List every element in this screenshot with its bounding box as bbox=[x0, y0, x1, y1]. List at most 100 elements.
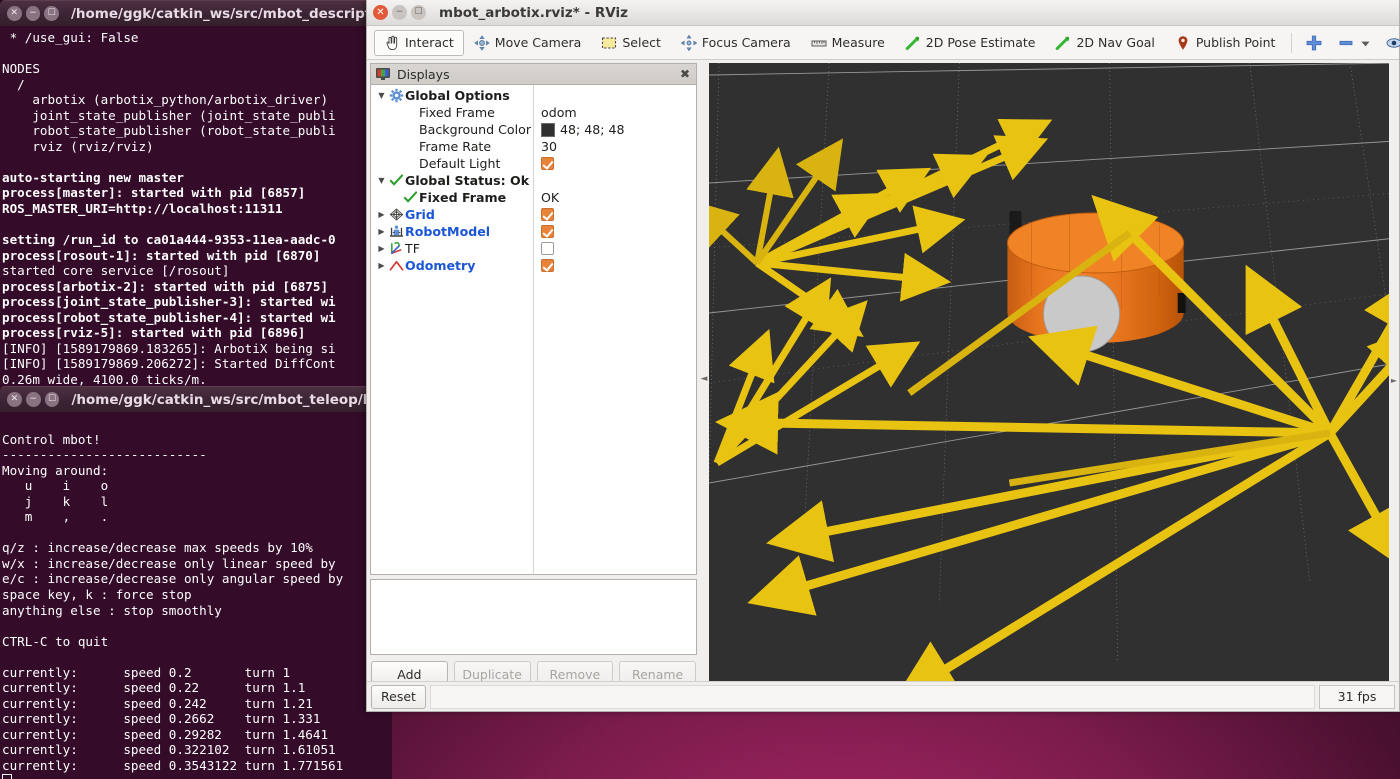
terminal1-output[interactable]: * /use_gui: False NODES / arbotix (arbot… bbox=[0, 26, 392, 388]
display-row[interactable]: Fixed Frame OK bbox=[371, 189, 696, 206]
chevron-left-icon[interactable]: ◄ bbox=[701, 374, 708, 384]
display-row-name: Fixed Frame bbox=[371, 105, 533, 120]
panel-splitter-handle[interactable]: ◄ bbox=[699, 60, 709, 698]
display-row-value[interactable]: 48; 48; 48 bbox=[533, 122, 625, 137]
display-value-text: odom bbox=[541, 105, 577, 120]
rviz-toolbar[interactable]: Interact Move Camera Select Focus Camera Mea… bbox=[367, 26, 1400, 60]
display-row-label: Fixed Frame bbox=[419, 190, 507, 205]
display-row[interactable]: ▶ Grid bbox=[371, 206, 696, 223]
toolbar-button-2d-pose-estimate[interactable]: 2D Pose Estimate bbox=[895, 30, 1046, 56]
hand-cursor-icon bbox=[384, 35, 400, 51]
toolbar-button-label: Publish Point bbox=[1195, 35, 1276, 50]
display-row-value[interactable]: odom bbox=[533, 105, 577, 120]
terminal-line: [INFO] [1589179869.206272]: Started Diff… bbox=[2, 356, 336, 372]
toolbar-button-select[interactable]: Select bbox=[591, 30, 671, 56]
rviz-window-title: mbot_arbotix.rviz* - RViz bbox=[439, 4, 628, 21]
toolbar-button-measure[interactable]: Measure bbox=[801, 30, 895, 56]
terminal-line: j k l bbox=[2, 493, 109, 509]
display-enable-checkbox[interactable] bbox=[541, 157, 554, 170]
terminal2-output[interactable]: Control mbot! ---------------------------… bbox=[0, 412, 392, 779]
display-row-label: Frame Rate bbox=[419, 139, 492, 154]
toolbar-button-interact[interactable]: Interact bbox=[374, 29, 464, 56]
display-row-value[interactable] bbox=[533, 225, 554, 238]
toolbar-button-plus[interactable] bbox=[1298, 31, 1330, 55]
terminal-line: currently: speed 0.2662 turn 1.331 bbox=[2, 711, 321, 727]
display-enable-checkbox[interactable] bbox=[541, 208, 554, 221]
minimize-icon[interactable]: − bbox=[25, 392, 41, 407]
minus-icon bbox=[1337, 34, 1355, 52]
display-row-value[interactable] bbox=[533, 157, 554, 170]
rviz-3d-viewport[interactable] bbox=[709, 63, 1396, 698]
terminal-line: currently: speed 0.3543122 turn 1.771561 bbox=[2, 758, 344, 774]
toolbar-button-eye[interactable] bbox=[1378, 31, 1400, 55]
display-row[interactable]: ▼ Global Options bbox=[371, 87, 696, 104]
display-row-value[interactable]: 30 bbox=[533, 139, 557, 154]
minimize-icon[interactable]: − bbox=[392, 5, 407, 20]
display-enable-checkbox[interactable] bbox=[541, 259, 554, 272]
reset-button[interactable]: Reset bbox=[371, 684, 426, 709]
tf-axes-icon bbox=[388, 241, 405, 256]
expand-arrow-down-icon[interactable]: ▼ bbox=[375, 176, 388, 185]
expand-arrow-down-icon[interactable]: ▼ bbox=[375, 91, 388, 100]
display-row[interactable]: Fixed Frame odom bbox=[371, 104, 696, 121]
display-row-value[interactable] bbox=[533, 242, 554, 255]
expand-arrow-right-icon[interactable]: ▶ bbox=[375, 244, 388, 253]
terminal-window-teleop[interactable]: ✕ − ☐ /home/ggk/catkin_ws/src/mbot_teleo… bbox=[0, 386, 392, 779]
close-icon[interactable]: ✕ bbox=[7, 6, 22, 21]
terminal-line: auto-starting new master bbox=[2, 169, 184, 185]
terminal-line: setting /run_id to ca01a444-9353-11ea-aa… bbox=[2, 232, 336, 248]
terminal1-titlebar[interactable]: ✕ − ☐ /home/ggk/catkin_ws/src/mbot_descr… bbox=[0, 0, 392, 26]
color-swatch[interactable] bbox=[541, 122, 555, 137]
display-row-label: Background Color bbox=[419, 122, 532, 137]
right-panel-expand-handle[interactable]: ► bbox=[1389, 63, 1399, 698]
display-row-name: ▶ RobotModel bbox=[371, 224, 533, 239]
displays-tree[interactable]: ▼ Global Options Fixed Frame odom Background… bbox=[371, 85, 696, 574]
toolbar-button-minus[interactable] bbox=[1330, 31, 1378, 55]
expand-arrow-right-icon[interactable]: ▶ bbox=[375, 210, 388, 219]
maximize-icon[interactable]: ☐ bbox=[44, 392, 60, 407]
close-icon[interactable]: ✕ bbox=[7, 392, 22, 407]
displays-detail-panel[interactable] bbox=[370, 579, 697, 655]
terminal2-titlebar[interactable]: ✕ − ☐ /home/ggk/catkin_ws/src/mbot_teleo… bbox=[0, 386, 392, 412]
toolbar-button-move-camera[interactable]: Move Camera bbox=[464, 30, 592, 56]
terminal-line: process[robot_state_publisher-4]: starte… bbox=[2, 309, 336, 325]
display-row[interactable]: Background Color 48; 48; 48 bbox=[371, 121, 696, 138]
terminal-window-roslaunch[interactable]: ✕ − ☐ /home/ggk/catkin_ws/src/mbot_descr… bbox=[0, 0, 392, 388]
toolbar-button-2d-nav-goal[interactable]: 2D Nav Goal bbox=[1045, 30, 1164, 56]
status-message-area bbox=[429, 684, 1315, 709]
close-icon[interactable]: ✕ bbox=[373, 5, 388, 20]
display-row-label: Odometry bbox=[405, 258, 476, 273]
rviz-window[interactable]: ✕ − ☐ mbot_arbotix.rviz* - RViz Interact… bbox=[366, 0, 1400, 712]
display-row[interactable]: Frame Rate 30 bbox=[371, 138, 696, 155]
display-row[interactable]: ▶ Odometry bbox=[371, 257, 696, 274]
display-enable-checkbox[interactable] bbox=[541, 242, 554, 255]
toolbar-button-publish-point[interactable]: Publish Point bbox=[1165, 30, 1286, 56]
display-row-value[interactable]: OK bbox=[533, 190, 559, 205]
rviz-titlebar[interactable]: ✕ − ☐ mbot_arbotix.rviz* - RViz bbox=[367, 0, 1399, 26]
display-enable-checkbox[interactable] bbox=[541, 225, 554, 238]
display-row-label: TF bbox=[405, 241, 420, 256]
terminal-cursor bbox=[2, 773, 392, 779]
display-row-value[interactable] bbox=[533, 259, 554, 272]
display-row[interactable]: Default Light bbox=[371, 155, 696, 172]
expand-arrow-right-icon[interactable]: ▶ bbox=[375, 261, 388, 270]
display-row-value[interactable] bbox=[533, 208, 554, 221]
close-icon[interactable]: ✖ bbox=[678, 67, 692, 81]
expand-arrow-right-icon[interactable]: ▶ bbox=[375, 227, 388, 236]
displays-panel[interactable]: Displays ✖ ▼ Global Options Fixed Frame odo… bbox=[370, 63, 697, 575]
display-row[interactable]: ▶ TF bbox=[371, 240, 696, 257]
terminal-line: * /use_gui: False bbox=[2, 30, 139, 45]
terminal-line: process[joint_state_publisher-3]: starte… bbox=[2, 294, 336, 310]
maximize-icon[interactable]: ☐ bbox=[411, 5, 426, 20]
robot-model bbox=[1006, 211, 1186, 353]
maximize-icon[interactable]: ☐ bbox=[44, 6, 59, 21]
display-row[interactable]: ▼ Global Status: Ok bbox=[371, 172, 696, 189]
toolbar-button-focus-camera[interactable]: Focus Camera bbox=[671, 30, 801, 56]
terminal-line: robot_state_publisher (robot_state_publi bbox=[2, 123, 336, 139]
minimize-icon[interactable]: − bbox=[25, 6, 41, 21]
ruler-icon bbox=[811, 35, 827, 51]
display-row[interactable]: ▶ RobotModel bbox=[371, 223, 696, 240]
rviz-status-bar: Reset 31 fps bbox=[367, 681, 1399, 711]
chevron-down-icon[interactable] bbox=[1360, 37, 1371, 48]
